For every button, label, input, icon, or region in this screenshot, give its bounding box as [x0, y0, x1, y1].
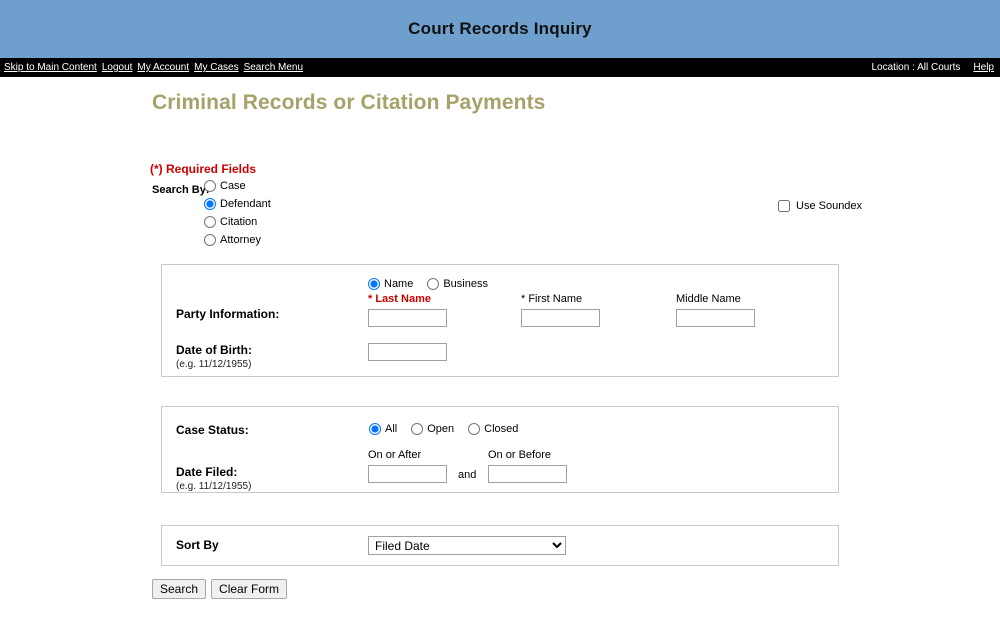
nav-status-group: Location : All Courts Help — [871, 62, 994, 73]
required-fields-note: (*) Required Fields — [150, 162, 257, 176]
search-by-label-case: Case — [220, 180, 246, 192]
page-header: Court Records Inquiry — [0, 0, 1000, 58]
sort-by-select[interactable]: Filed Date — [368, 536, 566, 555]
location-text: Location : All Courts — [871, 62, 961, 73]
search-button[interactable]: Search — [152, 579, 207, 599]
date-of-birth-input[interactable] — [368, 343, 447, 361]
search-by-option-defendant[interactable]: Defendant — [204, 195, 271, 213]
first-name-input[interactable] — [521, 309, 600, 327]
middle-name-label: Middle Name — [676, 293, 741, 305]
party-type-label-business: Business — [443, 278, 488, 290]
search-by-option-citation[interactable]: Citation — [204, 213, 271, 231]
my-account-link[interactable]: My Account — [137, 62, 189, 73]
search-by-section: Search By: Case Defendant Citation Attor… — [0, 180, 1000, 256]
date-filed-on-or-before-input[interactable] — [488, 465, 567, 483]
last-name-input[interactable] — [368, 309, 447, 327]
case-status-radio-all[interactable] — [369, 423, 381, 435]
case-status-radio-group: All Open Closed — [369, 423, 518, 435]
use-soundex-label: Use Soundex — [796, 200, 863, 212]
use-soundex-option[interactable]: Use Soundex — [778, 200, 862, 212]
case-status-label-closed: Closed — [484, 423, 519, 435]
page-title: Criminal Records or Citation Payments — [152, 91, 546, 114]
date-filed-label: Date Filed: — [176, 465, 238, 479]
search-by-radio-group: Case Defendant Citation Attorney — [204, 177, 271, 249]
case-status-label-all: All — [385, 423, 398, 435]
app-title: Court Records Inquiry — [408, 19, 592, 38]
party-type-radio-name[interactable] — [368, 278, 380, 290]
search-by-radio-case[interactable] — [204, 180, 216, 192]
nav-links-group: Skip to Main Content Logout My Account M… — [4, 62, 303, 73]
party-information-panel: Party Information: Name Business * Last … — [161, 264, 839, 377]
case-status-radio-open[interactable] — [411, 423, 424, 435]
top-navigation-bar: Skip to Main Content Logout My Account M… — [0, 58, 1000, 77]
case-status-label: Case Status: — [176, 423, 249, 437]
search-by-option-attorney[interactable]: Attorney — [204, 231, 271, 249]
date-of-birth-hint: (e.g. 11/12/1955) — [176, 359, 252, 370]
last-name-label: * Last Name — [368, 293, 431, 305]
search-by-label-defendant: Defendant — [220, 198, 271, 210]
date-filed-on-or-after-input[interactable] — [368, 465, 447, 483]
first-name-label: * First Name — [521, 293, 583, 305]
use-soundex-checkbox[interactable] — [778, 200, 790, 212]
page-content: Criminal Records or Citation Payments (*… — [0, 91, 1000, 599]
search-menu-link[interactable]: Search Menu — [244, 62, 303, 73]
search-by-label-citation: Citation — [220, 216, 258, 228]
logout-link[interactable]: Logout — [102, 62, 133, 73]
skip-to-main-content-link[interactable]: Skip to Main Content — [4, 62, 97, 73]
search-by-radio-defendant[interactable] — [204, 198, 216, 210]
search-by-radio-citation[interactable] — [204, 216, 216, 228]
search-by-option-case[interactable]: Case — [204, 177, 271, 195]
party-type-radio-group: Name Business — [368, 278, 488, 290]
my-cases-link[interactable]: My Cases — [194, 62, 238, 73]
search-by-radio-attorney[interactable] — [204, 234, 216, 246]
sort-by-panel: Sort By Filed Date — [161, 525, 839, 566]
case-status-radio-closed[interactable] — [468, 423, 481, 435]
date-filed-conjunction: and — [458, 469, 477, 481]
form-actions: Search Clear Form — [152, 579, 1000, 599]
on-or-after-label: On or After — [368, 449, 422, 461]
middle-name-input[interactable] — [676, 309, 755, 327]
party-type-radio-business[interactable] — [427, 278, 440, 290]
case-status-panel: Case Status: All Open Closed Date Filed:… — [161, 406, 839, 493]
search-by-label-attorney: Attorney — [220, 234, 261, 246]
date-filed-hint: (e.g. 11/12/1955) — [176, 481, 252, 492]
clear-form-button[interactable]: Clear Form — [211, 579, 288, 599]
search-by-label: Search By: — [152, 184, 210, 196]
party-information-label: Party Information: — [176, 307, 280, 321]
case-status-label-open: Open — [427, 423, 455, 435]
on-or-before-label: On or Before — [488, 449, 551, 461]
help-link[interactable]: Help — [973, 62, 994, 73]
party-type-label-name: Name — [384, 278, 414, 290]
sort-by-label: Sort By — [176, 538, 219, 552]
date-of-birth-label: Date of Birth: — [176, 343, 252, 357]
